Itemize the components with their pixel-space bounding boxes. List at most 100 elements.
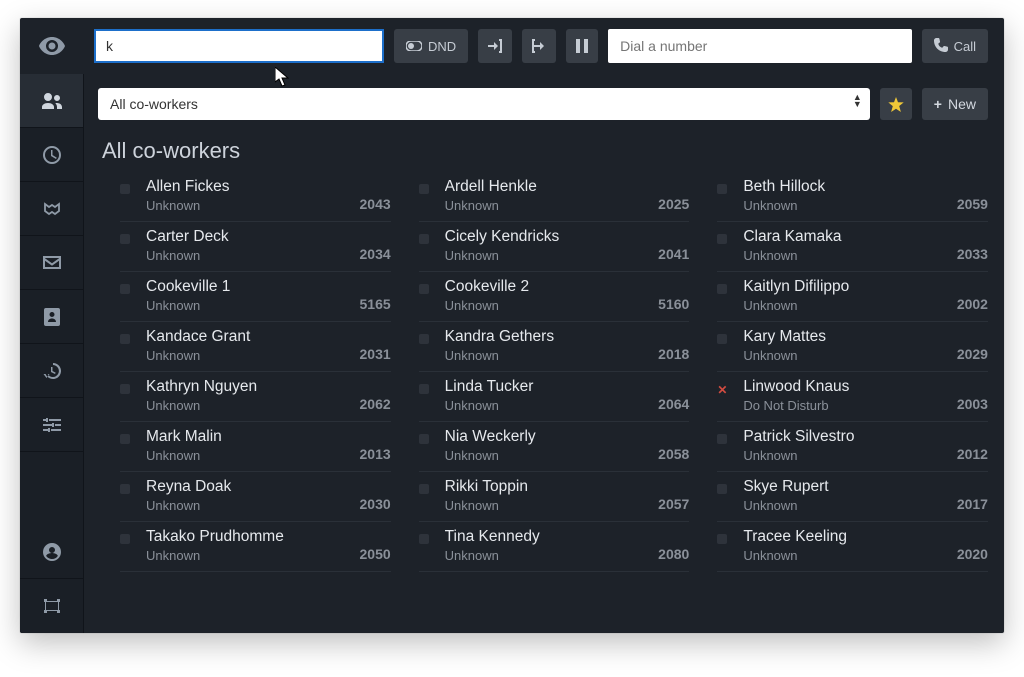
topbar: DND Call	[20, 18, 1004, 74]
status-indicator	[120, 484, 130, 494]
status-indicator	[120, 334, 130, 344]
coworker-item[interactable]: Kathryn NguyenUnknown2062	[120, 372, 391, 422]
sidebar-item-contacts[interactable]	[20, 290, 83, 344]
coworker-extension: 5160	[658, 296, 689, 313]
coworker-extension: 2062	[360, 396, 391, 413]
coworker-item[interactable]: Nia WeckerlyUnknown2058	[419, 422, 690, 472]
new-label: New	[948, 96, 976, 112]
coworker-item[interactable]: Carter DeckUnknown2034	[120, 222, 391, 272]
status-indicator	[419, 534, 429, 544]
coworker-item[interactable]: Allen FickesUnknown2043	[120, 172, 391, 222]
group-select-icon	[43, 598, 61, 614]
coworker-item[interactable]: Kandace GrantUnknown2031	[120, 322, 391, 372]
coworker-status: Unknown	[445, 198, 649, 213]
coworker-status: Unknown	[146, 498, 350, 513]
clock-icon	[43, 146, 61, 164]
favorites-button[interactable]	[880, 88, 912, 120]
sidebar-item-messages[interactable]	[20, 236, 83, 290]
coworker-name: Rikki Toppin	[445, 478, 649, 496]
pause-button[interactable]	[566, 29, 598, 63]
coworker-item[interactable]: Cicely KendricksUnknown2041	[419, 222, 690, 272]
dnd-toggle-button[interactable]: DND	[394, 29, 468, 63]
coworker-extension: 2013	[360, 446, 391, 463]
coworker-name: Tracee Keeling	[743, 528, 947, 546]
dial-number-input[interactable]	[620, 38, 899, 54]
coworker-item[interactable]: Kaitlyn Difilippo Unknown 2002	[717, 272, 988, 322]
coworker-name: Ardell Henkle	[445, 178, 649, 196]
coworker-filter-value: All co-workers	[110, 96, 198, 112]
coworker-item[interactable]: ✕Linwood KnausDo Not Disturb2003	[717, 372, 988, 422]
coworker-name: Linda Tucker	[445, 378, 649, 396]
coworker-item[interactable]: Cookeville 1Unknown5165	[120, 272, 391, 322]
sidebar-item-layout[interactable]	[20, 579, 83, 633]
coworker-status: Unknown	[743, 248, 947, 263]
status-indicator	[717, 534, 727, 544]
coworker-status: Unknown	[743, 448, 947, 463]
sidebar	[20, 74, 84, 633]
coworker-extension: 2057	[658, 496, 689, 513]
coworker-name: Cookeville 2	[445, 278, 649, 296]
coworker-status: Unknown	[445, 298, 649, 313]
login-icon-button[interactable]	[478, 29, 512, 63]
coworker-item[interactable]: Kandra GethersUnknown2018	[419, 322, 690, 372]
coworker-name: Tina Kennedy	[445, 528, 649, 546]
coworker-list: All co-workers Allen FickesUnknown2043 Ar…	[84, 132, 1004, 633]
content: All co-workers ▲▼ + New All co-workers A…	[84, 74, 1004, 633]
sidebar-item-profile[interactable]	[20, 525, 83, 579]
call-button[interactable]: Call	[922, 29, 988, 63]
coworker-extension: 2064	[658, 396, 689, 413]
address-book-icon	[44, 308, 60, 326]
status-indicator	[419, 384, 429, 394]
coworker-item[interactable]: Skye RupertUnknown2017	[717, 472, 988, 522]
coworker-item[interactable]: Clara KamakaUnknown2033	[717, 222, 988, 272]
coworker-extension: 2002	[957, 296, 988, 313]
coworker-name: Kaitlyn Difilippo	[743, 278, 947, 296]
coworker-status: Unknown	[743, 298, 947, 313]
coworker-extension: 2029	[957, 346, 988, 363]
sidebar-item-history[interactable]	[20, 128, 83, 182]
coworker-item[interactable]: Patrick SilvestroUnknown2012	[717, 422, 988, 472]
coworker-name: Carter Deck	[146, 228, 350, 246]
list-title: All co-workers	[102, 138, 988, 164]
search-input-wrap[interactable]	[94, 29, 384, 63]
coworker-item[interactable]: Tracee KeelingUnknown2020	[717, 522, 988, 572]
coworker-name: Kandra Gethers	[445, 328, 649, 346]
sidebar-item-recent[interactable]	[20, 344, 83, 398]
status-indicator	[717, 334, 727, 344]
coworker-status: Unknown	[146, 348, 350, 363]
presence-eye-icon[interactable]	[20, 37, 84, 55]
coworker-extension: 2034	[360, 246, 391, 263]
coworker-item[interactable]: Beth HillockUnknown2059	[717, 172, 988, 222]
sidebar-item-coworkers[interactable]	[20, 74, 83, 128]
coworker-name: Cookeville 1	[146, 278, 350, 296]
coworker-name: Kandace Grant	[146, 328, 350, 346]
sidebar-item-transfers[interactable]	[20, 182, 83, 236]
search-input[interactable]	[106, 38, 372, 54]
sign-out-icon	[532, 39, 546, 53]
coworker-item[interactable]: Tina KennedyUnknown2080	[419, 522, 690, 572]
coworker-item[interactable]: Mark MalinUnknown2013	[120, 422, 391, 472]
star-icon	[888, 97, 904, 112]
coworker-extension: 2017	[957, 496, 988, 513]
sidebar-item-settings[interactable]	[20, 398, 83, 452]
coworker-extension: 2025	[658, 196, 689, 213]
coworker-item[interactable]: Rikki Toppin Unknown 2057	[419, 472, 690, 522]
coworker-item[interactable]: Linda TuckerUnknown2064	[419, 372, 690, 422]
coworker-item[interactable]: Kary MattesUnknown2029	[717, 322, 988, 372]
coworker-name: Skye Rupert	[743, 478, 947, 496]
coworker-status: Unknown	[445, 498, 649, 513]
new-button[interactable]: + New	[922, 88, 988, 120]
sign-in-icon	[488, 39, 502, 53]
coworker-item[interactable]: Cookeville 2 Unknown 5160	[419, 272, 690, 322]
dial-number-input-wrap[interactable]	[608, 29, 911, 63]
coworker-item[interactable]: Takako PrudhommeUnknown2050	[120, 522, 391, 572]
coworker-item[interactable]: Ardell Henkle Unknown 2025	[419, 172, 690, 222]
coworker-filter-select[interactable]: All co-workers ▲▼	[98, 88, 870, 120]
coworker-extension: 2020	[957, 546, 988, 563]
coworker-item[interactable]: Reyna DoakUnknown2030	[120, 472, 391, 522]
coworker-extension: 2043	[360, 196, 391, 213]
user-circle-icon	[43, 543, 61, 561]
coworker-name: Patrick Silvestro	[743, 428, 947, 446]
coworker-extension: 2018	[658, 346, 689, 363]
logout-icon-button[interactable]	[522, 29, 556, 63]
